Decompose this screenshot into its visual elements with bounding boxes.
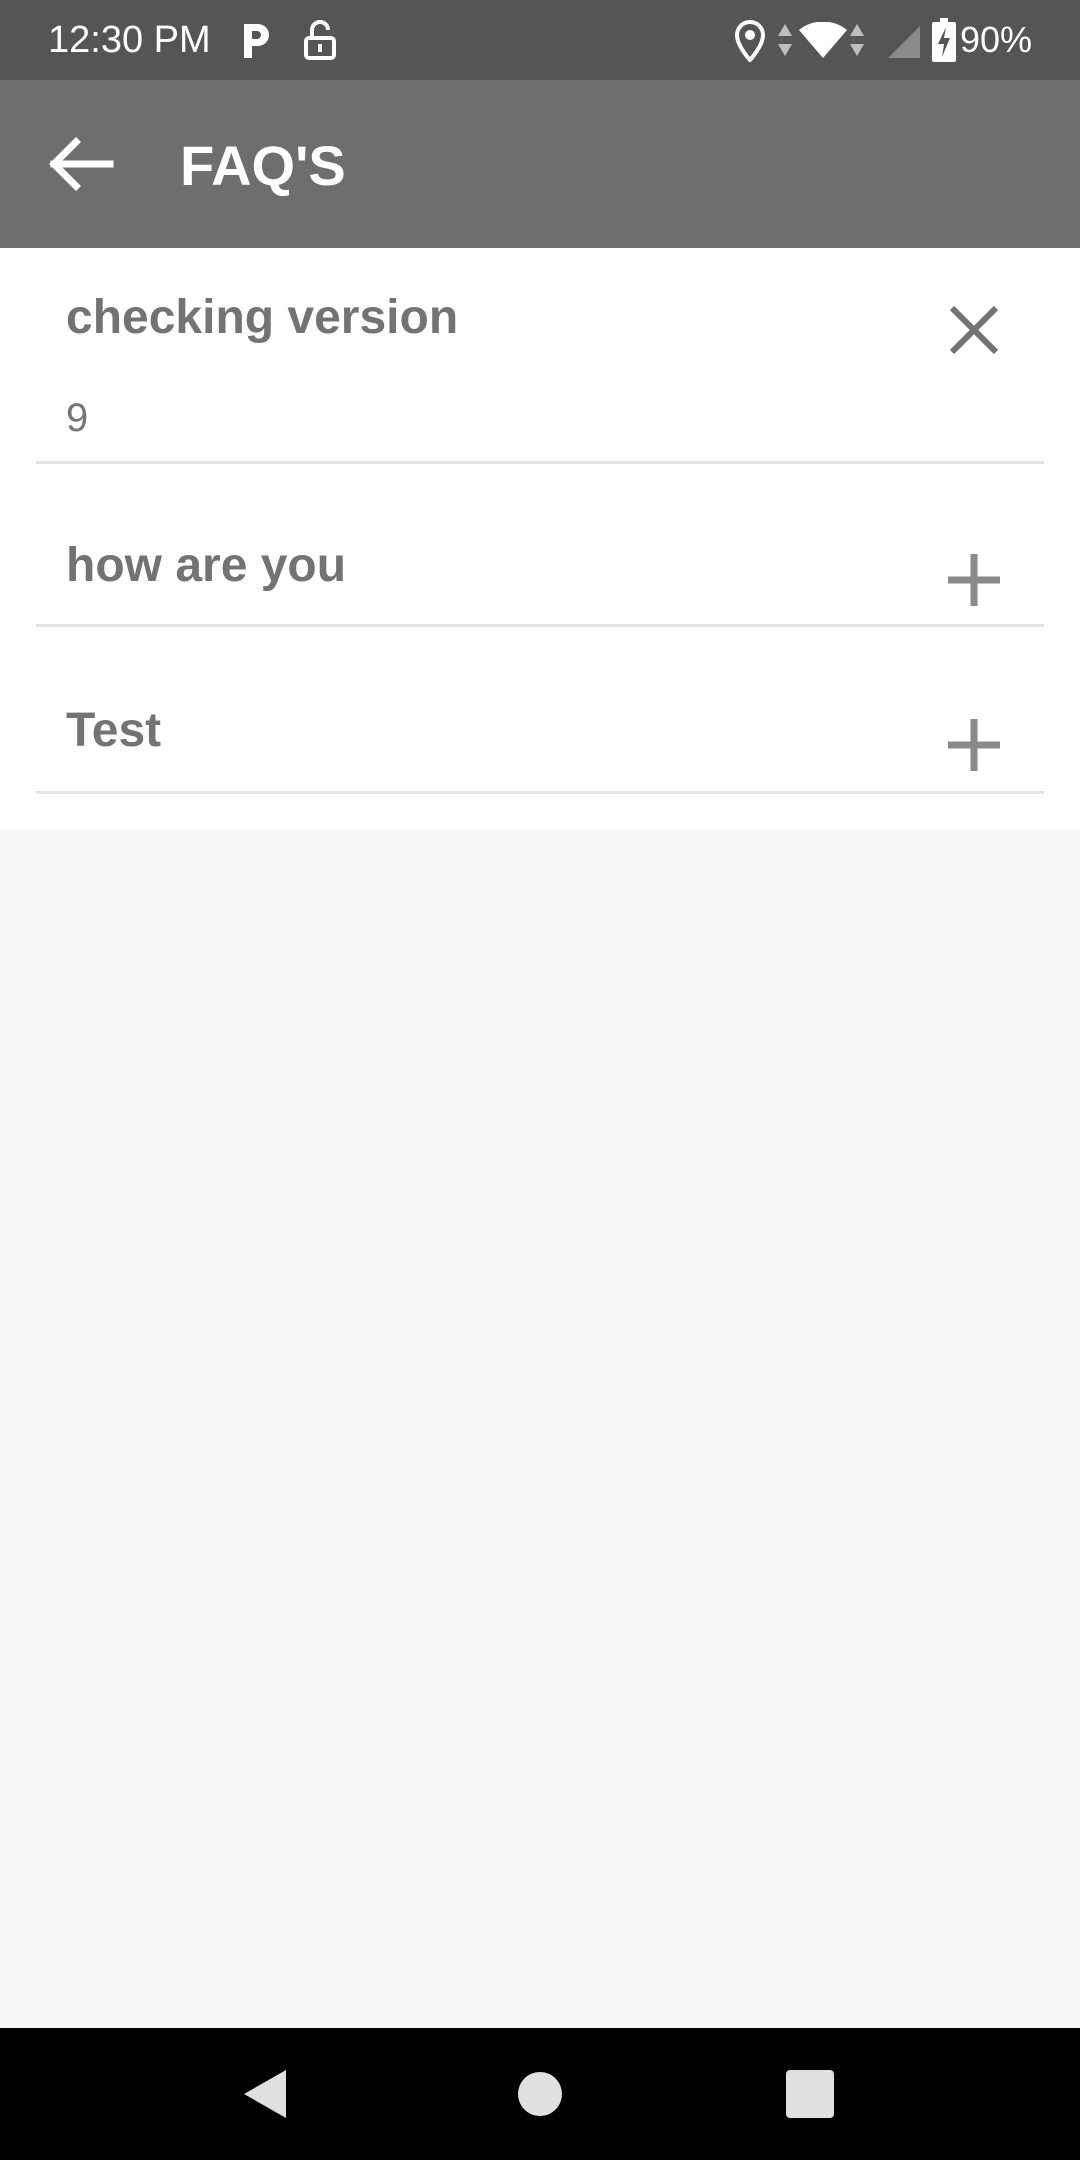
navigation-bar bbox=[0, 2028, 1080, 2160]
battery-charging-icon bbox=[932, 18, 956, 62]
nav-back-icon[interactable] bbox=[226, 2054, 306, 2134]
arrow-back-icon bbox=[49, 137, 114, 191]
data-arrows-icon bbox=[778, 24, 792, 56]
data-arrows-icon bbox=[850, 24, 864, 56]
nav-recents-icon[interactable] bbox=[770, 2054, 850, 2134]
back-button[interactable] bbox=[30, 114, 130, 214]
nav-home-icon[interactable] bbox=[500, 2054, 580, 2134]
faq-item-collapsed[interactable]: Test bbox=[36, 627, 1044, 794]
location-icon bbox=[734, 20, 766, 62]
faq-question: how are you bbox=[66, 539, 347, 592]
faq-list: checking version 9 how are you Test bbox=[0, 248, 1080, 830]
faq-question: checking version bbox=[66, 291, 459, 344]
plus-icon[interactable] bbox=[944, 715, 1004, 775]
faq-item-collapsed[interactable]: how are you bbox=[36, 464, 1044, 627]
signal-icon bbox=[888, 26, 920, 58]
page-title: FAQ'S bbox=[180, 134, 346, 197]
faq-answer: 9 bbox=[66, 396, 89, 440]
faq-item-expanded[interactable]: checking version 9 bbox=[36, 248, 1044, 464]
app-bar: FAQ'S bbox=[0, 80, 1080, 248]
plus-icon[interactable] bbox=[944, 550, 1004, 610]
close-icon[interactable] bbox=[944, 300, 1004, 360]
battery-percentage: 90% bbox=[959, 19, 1032, 60]
status-bar: 12:30 PM 90% bbox=[0, 0, 1080, 80]
unlock-icon bbox=[304, 20, 336, 60]
faq-question: Test bbox=[66, 704, 162, 757]
parking-app-icon bbox=[244, 24, 269, 58]
status-time: 12:30 PM bbox=[48, 19, 211, 61]
wifi-icon bbox=[799, 22, 847, 58]
